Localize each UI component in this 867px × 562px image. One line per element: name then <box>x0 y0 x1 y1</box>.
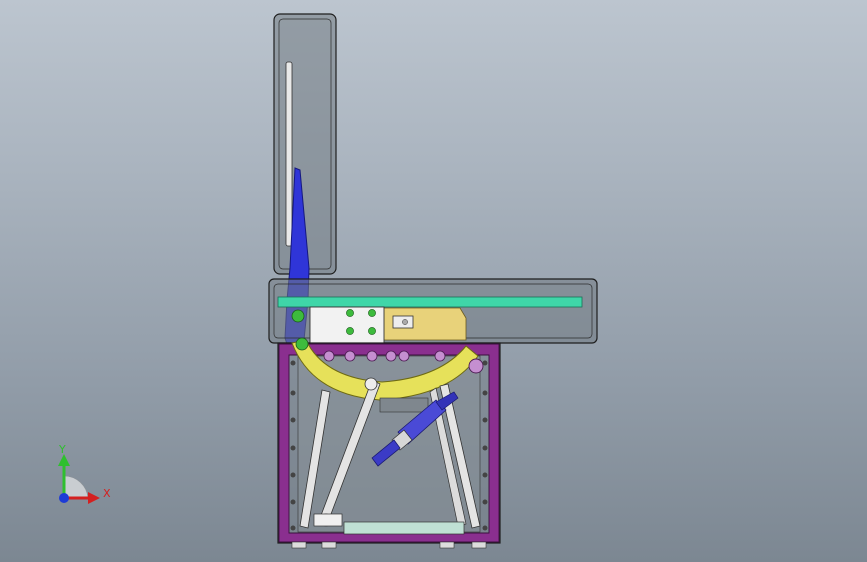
triad-y-label: Y <box>59 443 66 456</box>
center-bracket <box>379 397 429 413</box>
orientation-triad <box>58 454 100 504</box>
arm-pivot-bottom[interactable] <box>295 337 309 351</box>
triad-x-arrow <box>88 492 100 504</box>
bottom-clamp <box>313 513 343 527</box>
bottom-platform <box>343 521 465 535</box>
arm-pivot-top[interactable] <box>291 309 305 323</box>
assembly-model[interactable] <box>0 0 867 562</box>
vertical-slide-bar <box>285 61 293 247</box>
triad-z-axis <box>59 493 69 503</box>
triad-x-label: X <box>103 487 111 500</box>
graphics-viewport[interactable]: Y X <box>0 0 867 562</box>
guide-rail[interactable] <box>277 296 583 308</box>
